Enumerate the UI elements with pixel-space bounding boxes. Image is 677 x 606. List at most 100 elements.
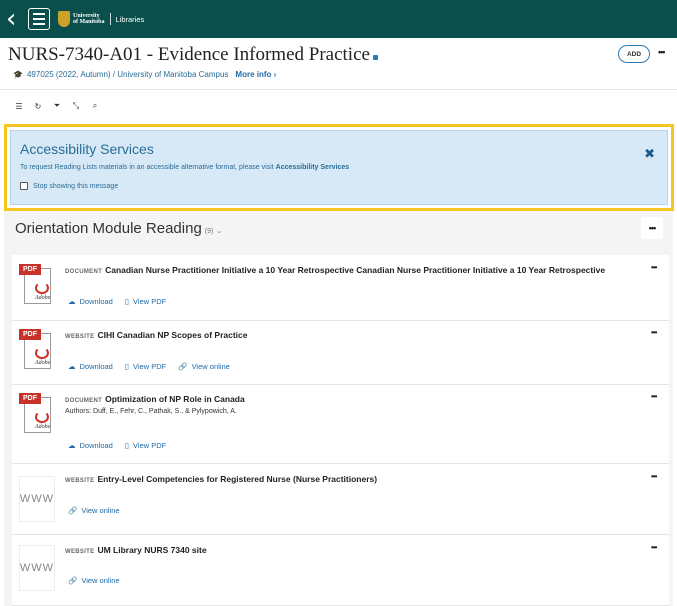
link-icon: 🔗 bbox=[68, 576, 78, 585]
chevron-down-icon[interactable]: ⌄ bbox=[216, 227, 222, 235]
cloud-download-icon: ☁ bbox=[68, 297, 76, 306]
view-pdf-link[interactable]: ▯ View PDF bbox=[125, 297, 166, 306]
item-links: ☁ Download ▯ View PDF bbox=[68, 441, 166, 450]
download-link[interactable]: ☁ Download bbox=[68, 441, 113, 450]
item-type: WEBSITE bbox=[65, 549, 95, 555]
add-button[interactable]: ADD bbox=[618, 45, 650, 63]
list-header: NURS-7340-A01 - Evidence Informed Practi… bbox=[0, 38, 677, 90]
item-title[interactable]: WEBSITE Entry-Level Competencies for Regi… bbox=[65, 474, 377, 484]
accessibility-alert-frame: Accessibility Services To request Readin… bbox=[4, 124, 674, 211]
accessibility-services-link[interactable]: Accessibility Services bbox=[276, 164, 350, 171]
stop-showing-row[interactable]: Stop showing this message bbox=[20, 182, 118, 190]
view-online-link[interactable]: 🔗 View online bbox=[178, 362, 230, 371]
close-icon[interactable]: ✖ bbox=[644, 146, 655, 162]
refresh-icon[interactable]: ↻ bbox=[33, 102, 43, 111]
list-item[interactable]: WWW WEBSITE UM Library NURS 7340 site 🔗 Vi… bbox=[12, 535, 669, 606]
back-icon[interactable]: ‹ bbox=[6, 6, 22, 32]
item-more-icon[interactable]: ••• bbox=[651, 263, 657, 272]
item-more-icon[interactable]: ••• bbox=[651, 392, 657, 401]
alert-title: Accessibility Services bbox=[20, 141, 154, 157]
download-link[interactable]: ☁ Download bbox=[68, 362, 113, 371]
menu-button[interactable] bbox=[28, 8, 50, 30]
alert-text: To request Reading Lists materials in an… bbox=[20, 164, 349, 171]
item-title-text: Canadian Nurse Practitioner Initiative a… bbox=[105, 265, 606, 275]
item-type: WEBSITE bbox=[65, 334, 95, 340]
pdf-brand: Adobe bbox=[35, 424, 51, 430]
view-pdf-link[interactable]: ▯ View PDF bbox=[125, 441, 166, 450]
reading-section: Orientation Module Reading (9) ⌄ ••• Adobe… bbox=[4, 211, 673, 606]
top-bar: ‹ University of Manitoba Libraries bbox=[0, 0, 677, 38]
list-item[interactable]: WWW WEBSITE Entry-Level Competencies for … bbox=[12, 464, 669, 535]
list-item[interactable]: Adobe PDF WEBSITE CIHI Canadian NP Scopes … bbox=[12, 321, 669, 385]
view-pdf-label: View PDF bbox=[133, 297, 167, 306]
pdf-label: PDF bbox=[19, 264, 41, 275]
more-info-link[interactable]: More info › bbox=[235, 70, 276, 79]
item-links: 🔗 View online bbox=[68, 506, 120, 515]
pdf-brand: Adobe bbox=[35, 360, 51, 366]
item-title-text: CIHI Canadian NP Scopes of Practice bbox=[97, 330, 248, 340]
website-thumbnail: WWW bbox=[19, 545, 55, 591]
item-authors: Authors: Duff, E., Fehr, C., Pathak, S.,… bbox=[65, 408, 237, 415]
course-info: 497025 (2022, Autumn) / University of Ma… bbox=[26, 70, 229, 79]
item-title[interactable]: DOCUMENT Optimization of NP Role in Canad… bbox=[65, 394, 245, 404]
download-label: Download bbox=[79, 362, 113, 371]
crest-icon bbox=[58, 11, 70, 27]
logo-line2: of Manitoba bbox=[73, 19, 105, 25]
item-type: DOCUMENT bbox=[65, 269, 103, 275]
download-label: Download bbox=[79, 441, 113, 450]
filter-icon[interactable]: ⏷ bbox=[52, 101, 62, 111]
document-icon: ▯ bbox=[124, 441, 129, 450]
section-count: (9) bbox=[204, 228, 214, 235]
item-links: ☁ Download ▯ View PDF 🔗 View online bbox=[68, 362, 230, 371]
pdf-thumbnail: Adobe PDF bbox=[19, 264, 51, 306]
item-more-icon[interactable]: ••• bbox=[651, 543, 657, 552]
pdf-label: PDF bbox=[19, 393, 41, 404]
item-title[interactable]: WEBSITE CIHI Canadian NP Scopes of Practi… bbox=[65, 330, 248, 340]
header-more-icon[interactable]: ••• bbox=[658, 47, 666, 57]
search-icon[interactable]: ⌕ bbox=[90, 101, 100, 111]
list-item[interactable]: Adobe PDF DOCUMENT Optimization of NP Role… bbox=[12, 385, 669, 464]
divider bbox=[109, 13, 111, 25]
view-pdf-link[interactable]: ▯ View PDF bbox=[125, 362, 166, 371]
view-online-label: View online bbox=[191, 362, 230, 371]
list-icon[interactable]: ☰ bbox=[14, 102, 24, 111]
cloud-download-icon: ☁ bbox=[68, 362, 76, 371]
download-link[interactable]: ☁ Download bbox=[68, 297, 113, 306]
section-more-icon[interactable]: ••• bbox=[641, 217, 663, 239]
alert-text-body: To request Reading Lists materials in an… bbox=[20, 164, 274, 171]
download-label: Download bbox=[79, 297, 113, 306]
stop-showing-label: Stop showing this message bbox=[33, 182, 119, 190]
item-title[interactable]: DOCUMENT Canadian Nurse Practitioner Init… bbox=[65, 265, 605, 275]
pdf-thumbnail: Adobe PDF bbox=[19, 329, 51, 371]
view-pdf-label: View PDF bbox=[133, 362, 167, 371]
view-online-link[interactable]: 🔗 View online bbox=[68, 576, 120, 585]
view-online-link[interactable]: 🔗 View online bbox=[68, 506, 120, 515]
item-title-text: UM Library NURS 7340 site bbox=[97, 545, 207, 555]
view-pdf-label: View PDF bbox=[133, 441, 167, 450]
item-links: ☁ Download ▯ View PDF bbox=[68, 297, 166, 306]
cloud-download-icon: ☁ bbox=[68, 441, 76, 450]
section-title[interactable]: Orientation Module Reading (9) ⌄ bbox=[15, 220, 222, 237]
item-more-icon[interactable]: ••• bbox=[651, 328, 657, 337]
item-type: WEBSITE bbox=[65, 478, 95, 484]
pdf-thumbnail: Adobe PDF bbox=[19, 393, 51, 435]
document-icon: ▯ bbox=[124, 362, 129, 371]
libraries-link[interactable]: Libraries bbox=[116, 15, 145, 24]
university-logo[interactable]: University of Manitoba Libraries bbox=[58, 11, 144, 27]
info-icon[interactable] bbox=[372, 55, 378, 60]
item-title-text: Entry-Level Competencies for Registered … bbox=[97, 474, 378, 484]
item-more-icon[interactable]: ••• bbox=[651, 472, 657, 481]
stop-showing-checkbox[interactable] bbox=[20, 182, 28, 190]
item-links: 🔗 View online bbox=[68, 576, 120, 585]
collapse-icon[interactable]: ⤡ bbox=[71, 101, 81, 111]
link-icon: 🔗 bbox=[68, 506, 78, 515]
page-title: NURS-7340-A01 - Evidence Informed Practi… bbox=[8, 44, 378, 66]
list-item[interactable]: Adobe PDF DOCUMENT Canadian Nurse Practiti… bbox=[12, 255, 669, 321]
item-title[interactable]: WEBSITE UM Library NURS 7340 site bbox=[65, 545, 207, 555]
list-toolbar: ☰ ↻ ⏷ ⤡ ⌕ bbox=[14, 100, 100, 112]
item-title-text: Optimization of NP Role in Canada bbox=[105, 394, 245, 404]
link-icon: 🔗 bbox=[178, 362, 188, 371]
pdf-label: PDF bbox=[19, 329, 41, 340]
view-online-label: View online bbox=[81, 506, 120, 515]
graduation-cap-icon: 🎓 bbox=[13, 70, 23, 79]
